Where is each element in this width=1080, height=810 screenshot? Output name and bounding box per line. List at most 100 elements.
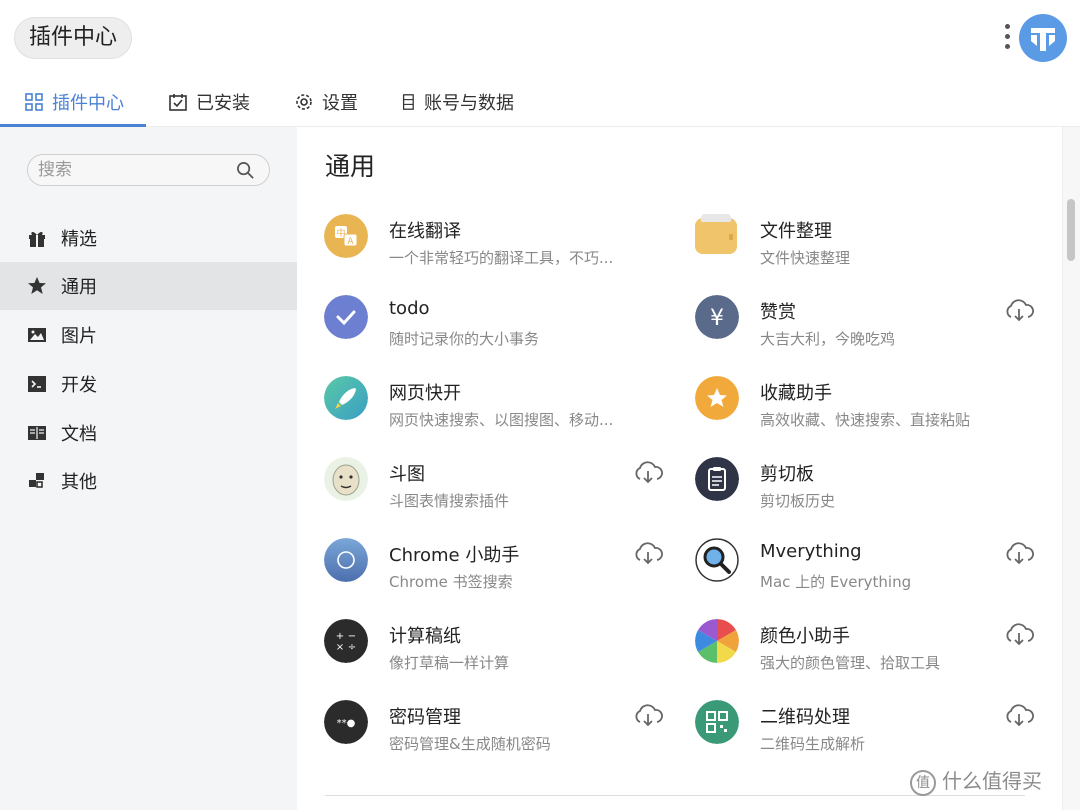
plugin-card-reward[interactable]: ¥ 赞赏 大吉大利，今晚吃鸡 [668,288,1038,369]
plugin-card-web-quick[interactable]: 网页快开 网页快速搜索、以图搜图、移动... [297,369,667,450]
rocket-icon [324,376,368,420]
plugin-card-todo[interactable]: todo 随时记录你的大小事务 [297,288,667,369]
plugin-name: 文件整理 [760,221,832,242]
cloud-download-icon[interactable] [1004,541,1034,565]
plugin-card-meme[interactable]: 斗图 斗图表情搜索插件 [297,450,667,531]
tab-account-data[interactable]: 账号与数据 [402,76,514,127]
main-content: 通用 中 A 在线翻译 一个非常轻巧的翻译工具，不巧... 文件整理 文件快速整… [297,127,1062,810]
app-title[interactable]: 插件中心 [14,17,133,59]
watermark-logo: 值 [910,769,936,796]
sidebar-item-label: 文档 [61,424,97,445]
top-bar: 插件中心 [0,0,1080,76]
watermark: 值什么值得买 [910,765,1042,796]
clipboard-icon [695,457,739,501]
plugin-desc: 随时记录你的大小事务 [389,330,540,348]
grid-icon [25,92,43,111]
svg-text:A: A [347,237,354,247]
scrollbar[interactable] [1062,127,1080,810]
plugin-desc: Chrome 书签搜索 [389,573,513,591]
search-box [27,154,270,186]
plugin-card-file-organize[interactable]: 文件整理 文件快速整理 [668,207,1038,288]
plugin-desc: 强大的颜色管理、拾取工具 [760,654,941,672]
tab-bar: 插件中心 已安装 设置 账号与数据 [0,76,1080,127]
wallet-icon [695,214,737,254]
plugin-name: 收藏助手 [760,383,832,404]
plugin-card-qrcode[interactable]: 二维码处理 二维码生成解析 [668,693,1038,774]
tab-plugin-center[interactable]: 插件中心 [24,76,124,127]
color-wheel-icon [695,619,739,663]
chrome-icon [324,538,368,582]
plugin-card-favorites[interactable]: 收藏助手 高效收藏、快速搜索、直接粘贴 [668,369,1038,450]
sidebar-item-develop[interactable]: 开发 [0,360,297,408]
plugin-desc: 文件快速整理 [760,249,851,267]
tab-label: 插件中心 [52,92,124,114]
plugin-name: Mverything [760,541,862,562]
plugin-card-clipboard[interactable]: 剪切板 剪切板历史 [668,450,1038,531]
plugin-name: 网页快开 [389,383,461,404]
tab-label: 设置 [322,92,358,114]
svg-text:×: × [336,642,344,653]
meme-face-icon [324,457,368,501]
plugin-desc: 大吉大利，今晚吃鸡 [760,330,896,348]
blocks-icon [29,473,44,488]
plugin-name: 赞赏 [760,302,796,323]
yen-icon: ¥ [695,295,739,339]
magnifier-icon [695,538,739,582]
plugin-card-mverything[interactable]: Mverything Mac 上的 Everything [668,531,1038,612]
plugin-desc: 高效收藏、快速搜索、直接粘贴 [760,411,971,429]
database-icon [402,93,414,110]
gear-icon [296,93,312,110]
plugin-card-chrome-helper[interactable]: Chrome 小助手 Chrome 书签搜索 [297,531,667,612]
plugin-name: 斗图 [389,464,425,485]
search-input[interactable] [38,159,228,181]
plugin-card-calculator[interactable]: + − × ÷ 计算稿纸 像打草稿一样计算 [297,612,667,693]
tab-installed[interactable]: 已安装 [168,76,250,127]
plugin-name: 计算稿纸 [389,626,461,647]
sidebar-item-label: 通用 [61,277,97,298]
cloud-download-icon[interactable] [633,541,663,565]
calendar-check-icon [169,93,187,111]
tab-settings[interactable]: 设置 [294,76,358,127]
qrcode-icon [695,700,739,744]
cloud-download-icon[interactable] [1004,622,1034,646]
cloud-download-icon[interactable] [1004,703,1034,727]
plugin-desc: 网页快速搜索、以图搜图、移动... [389,411,614,429]
svg-text:+: + [336,631,344,642]
plugin-name: Chrome 小助手 [389,545,520,566]
plugin-name: 颜色小助手 [760,626,850,647]
plugin-name: 密码管理 [389,707,461,728]
svg-text:**●: **● [337,718,356,729]
sidebar-item-others[interactable]: 其他 [0,457,297,505]
app-logo-icon[interactable] [1018,13,1068,63]
plugin-card-password[interactable]: **● 密码管理 密码管理&生成随机密码 [297,693,667,774]
sidebar-item-label: 精选 [61,229,97,250]
plugin-desc: 二维码生成解析 [760,735,866,753]
cloud-download-icon[interactable] [633,703,663,727]
sidebar-item-general[interactable]: 通用 [0,262,297,310]
plugin-desc: 一个非常轻巧的翻译工具，不巧... [389,249,614,267]
terminal-icon [28,376,46,392]
search-icon[interactable] [236,161,255,180]
cloud-download-icon[interactable] [633,460,663,484]
check-icon [324,295,368,339]
plugin-desc: 密码管理&生成随机密码 [389,735,551,753]
watermark-text: 什么值得买 [942,769,1042,793]
cloud-download-icon[interactable] [1004,298,1034,322]
scrollbar-thumb[interactable] [1067,199,1075,261]
sidebar-item-documents[interactable]: 文档 [0,409,297,457]
more-menu-icon[interactable] [1000,24,1014,54]
calculator-icon: + − × ÷ [324,619,368,663]
tab-label: 账号与数据 [424,92,514,114]
plugin-name: 剪切板 [760,464,814,485]
plugin-card-translate[interactable]: 中 A 在线翻译 一个非常轻巧的翻译工具，不巧... [297,207,667,288]
sidebar-item-featured[interactable]: 精选 [0,214,297,262]
translate-icon: 中 A [324,214,368,258]
svg-text:÷: ÷ [348,642,356,653]
sidebar-item-label: 其他 [61,472,97,493]
plugin-card-color-helper[interactable]: 颜色小助手 强大的颜色管理、拾取工具 [668,612,1038,693]
password-icon: **● [324,700,368,744]
sidebar-item-label: 开发 [61,375,97,396]
sidebar-item-images[interactable]: 图片 [0,311,297,359]
tab-label: 已安装 [196,92,250,114]
plugin-desc: 像打草稿一样计算 [389,654,510,672]
